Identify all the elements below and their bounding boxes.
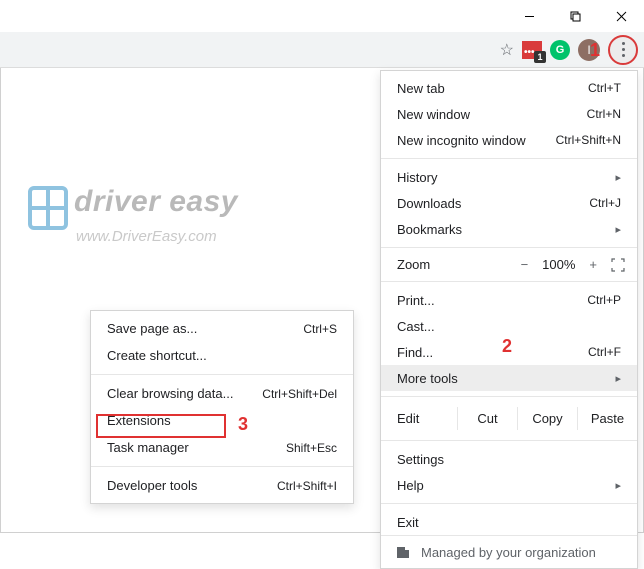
menu-settings[interactable]: Settings	[381, 446, 637, 472]
menu-downloads[interactable]: DownloadsCtrl+J	[381, 190, 637, 216]
drivereasy-logo-icon	[28, 186, 68, 230]
menu-history[interactable]: History▸	[381, 164, 637, 190]
submenu-extensions[interactable]: Extensions	[91, 407, 353, 434]
extension-red-icon[interactable]: ••• 1	[522, 41, 542, 59]
submenu-clear-browsing-data[interactable]: Clear browsing data...Ctrl+Shift+Del	[91, 380, 353, 407]
menu-help[interactable]: Help▸	[381, 472, 637, 498]
annotation-2: 2	[502, 336, 512, 357]
submenu-create-shortcut[interactable]: Create shortcut...	[91, 342, 353, 369]
vertical-dots-icon	[622, 42, 625, 57]
menu-edit-row: Edit Cut Copy Paste	[381, 402, 637, 435]
menu-new-tab[interactable]: New tabCtrl+T	[381, 75, 637, 101]
more-tools-submenu: Save page as...Ctrl+S Create shortcut...…	[90, 310, 354, 504]
submenu-task-manager[interactable]: Task managerShift+Esc	[91, 434, 353, 461]
chevron-right-icon: ▸	[615, 223, 621, 236]
bookmark-star-icon[interactable]: ☆	[500, 40, 514, 60]
managed-by-org[interactable]: Managed by your organization	[381, 535, 637, 568]
chevron-right-icon: ▸	[615, 479, 621, 492]
building-icon	[395, 544, 411, 560]
chevron-right-icon: ▸	[615, 372, 621, 385]
submenu-save-page[interactable]: Save page as...Ctrl+S	[91, 315, 353, 342]
chevron-right-icon: ▸	[615, 171, 621, 184]
zoom-out-button[interactable]: −	[521, 257, 529, 272]
menu-more-tools[interactable]: More tools▸	[381, 365, 637, 391]
extension-green-icon[interactable]: G	[550, 40, 570, 60]
managed-label: Managed by your organization	[421, 545, 596, 560]
edit-copy[interactable]: Copy	[517, 407, 577, 430]
watermark: driver easy www.DriverEasy.com	[28, 185, 238, 245]
edit-cut[interactable]: Cut	[457, 407, 517, 430]
zoom-label: Zoom	[397, 257, 521, 272]
edit-label: Edit	[397, 411, 457, 426]
close-button[interactable]	[598, 0, 644, 32]
fullscreen-icon[interactable]	[611, 258, 625, 272]
watermark-brand: driver easy	[74, 185, 238, 218]
browser-toolbar: ☆ ••• 1 G I	[0, 32, 644, 68]
chrome-main-menu: New tabCtrl+T New windowCtrl+N New incog…	[380, 70, 638, 569]
zoom-in-button[interactable]: +	[589, 257, 597, 272]
window-titlebar	[0, 0, 644, 32]
annotation-1: 1	[590, 40, 600, 61]
edit-paste[interactable]: Paste	[577, 407, 637, 430]
menu-exit[interactable]: Exit	[381, 509, 637, 535]
watermark-url: www.DriverEasy.com	[76, 228, 238, 245]
menu-new-incognito[interactable]: New incognito windowCtrl+Shift+N	[381, 127, 637, 153]
annotation-3: 3	[238, 414, 248, 435]
menu-zoom-row: Zoom − 100% +	[381, 253, 637, 276]
zoom-value: 100%	[542, 257, 575, 272]
chrome-menu-button[interactable]	[608, 35, 638, 65]
minimize-button[interactable]	[506, 0, 552, 32]
menu-print[interactable]: Print...Ctrl+P	[381, 287, 637, 313]
submenu-developer-tools[interactable]: Developer toolsCtrl+Shift+I	[91, 472, 353, 499]
menu-new-window[interactable]: New windowCtrl+N	[381, 101, 637, 127]
maximize-button[interactable]	[552, 0, 598, 32]
extension-badge: 1	[534, 51, 546, 63]
menu-bookmarks[interactable]: Bookmarks▸	[381, 216, 637, 242]
